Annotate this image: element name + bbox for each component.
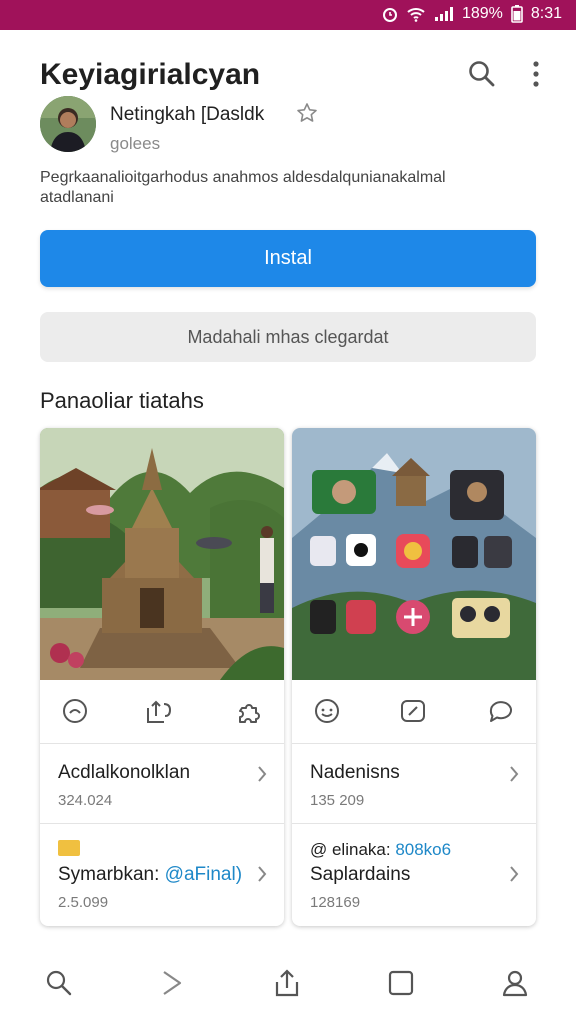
battery-icon [511, 5, 523, 23]
row-count: 128169 [310, 894, 361, 911]
edit-icon[interactable] [398, 696, 428, 726]
chevron-right-icon [254, 864, 270, 884]
bottom-navigation [0, 950, 576, 1024]
list-item[interactable]: @ elinaka: 808ko6 Saplardains 128169 [292, 826, 536, 926]
secondary-action-button[interactable]: Madahali mhas clegardat [40, 312, 536, 362]
square-icon[interactable] [386, 968, 416, 998]
install-button[interactable]: Instal [40, 230, 536, 287]
page-title: Keyiagirialcyan [40, 58, 261, 91]
emoji-icon[interactable] [312, 696, 342, 726]
row-count: 135 209 [310, 792, 365, 809]
app-description: Pegrkaanalioitgarhodus anahmos aldesdalq… [40, 169, 446, 206]
battery-percent: 189% [461, 5, 503, 22]
status-bar: 189% 8:31 [0, 0, 576, 30]
chat-icon[interactable] [486, 696, 516, 726]
star-icon[interactable] [296, 102, 318, 124]
status-indicators: 189% 8:31 [382, 5, 562, 23]
forward-icon[interactable] [158, 968, 188, 998]
card-actions [40, 680, 284, 744]
ticket-icon [58, 840, 80, 856]
row-title: Nadenisns [310, 762, 400, 783]
search-icon[interactable] [466, 58, 498, 90]
row-tag: @ elinaka: 808ko6 [310, 840, 451, 860]
list-item[interactable]: Nadenisns 135 209 [292, 746, 536, 824]
chevron-right-icon [506, 764, 522, 784]
list-item[interactable]: Symarbkan: @aFinal) 2.5.099 [40, 826, 284, 926]
content-card-right[interactable]: Nadenisns 135 209 @ elinaka: 808ko6 Sapl… [292, 428, 536, 926]
row-tag-text: @ elinaka: [310, 840, 396, 859]
profile-icon[interactable] [500, 968, 530, 998]
avatar[interactable] [40, 96, 96, 152]
row-title: Symarbkan: @aFinal) [58, 864, 242, 886]
wifi-icon [406, 6, 426, 22]
more-options-icon[interactable] [522, 58, 550, 90]
chevron-right-icon [506, 864, 522, 884]
signal-icon [434, 6, 454, 22]
row-title: Saplardains [310, 864, 411, 885]
content-card-left[interactable]: Acdlalkonolklan 324.024 Symarbkan: @aFin… [40, 428, 284, 926]
section-title: Panaoliar tiatahs [40, 388, 204, 413]
row-count: 2.5.099 [58, 894, 109, 911]
profile-subtitle: golees [110, 134, 161, 153]
smile-icon[interactable] [60, 696, 90, 726]
share-icon[interactable] [144, 696, 174, 726]
card-actions [292, 680, 536, 744]
app-header: Keyiagirialcyan [0, 30, 576, 114]
row-title-text: Symarbkan: [58, 864, 165, 885]
alarm-icon [382, 6, 398, 22]
puzzle-icon[interactable] [234, 696, 264, 726]
search-icon[interactable] [44, 968, 74, 998]
row-title: Acdlalkonolklan [58, 762, 191, 783]
share-icon[interactable] [272, 968, 302, 998]
row-title-accent: @aFinal) [164, 864, 243, 885]
chevron-right-icon [254, 764, 270, 784]
temple-photo [40, 428, 284, 680]
phone-screenshot-image [292, 428, 536, 680]
clock: 8:31 [530, 5, 562, 22]
row-tag-accent: 808ko6 [395, 840, 452, 859]
row-count: 324.024 [58, 792, 113, 809]
profile-name: Netingkah [Dasldk [110, 104, 265, 125]
list-item[interactable]: Acdlalkonolklan 324.024 [40, 746, 284, 824]
